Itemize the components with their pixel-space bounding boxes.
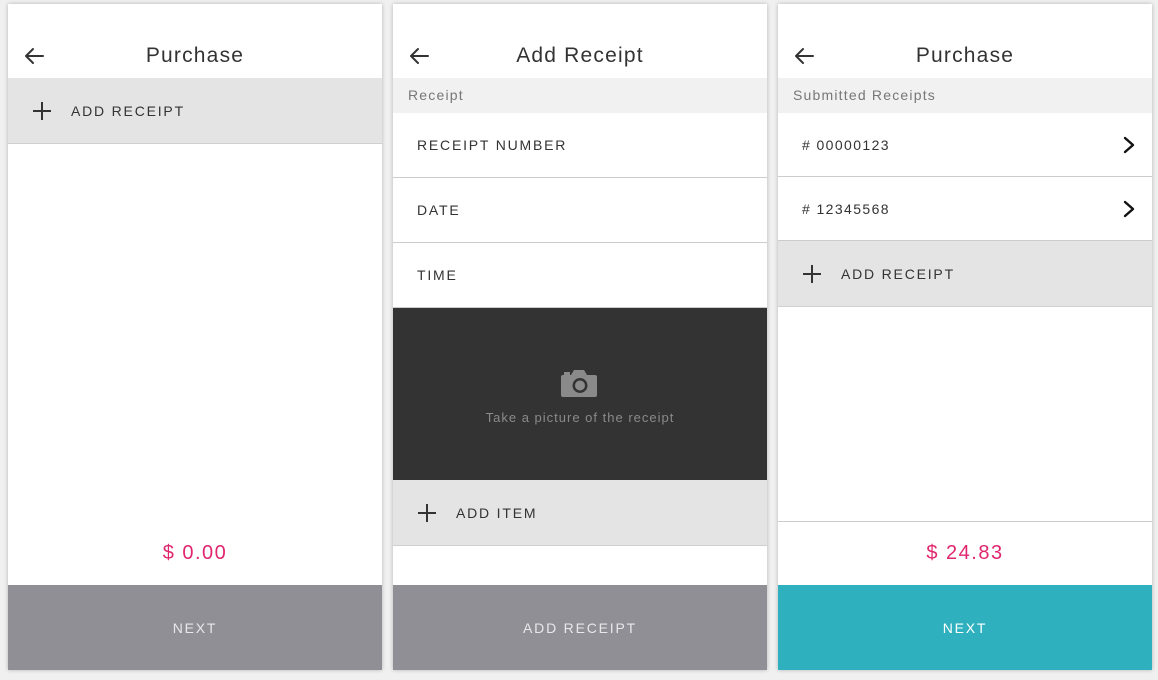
divider bbox=[778, 521, 1152, 522]
total-amount: $ 0.00 bbox=[162, 542, 228, 564]
plus-icon bbox=[418, 503, 436, 522]
receipt-number: # 12345568 bbox=[802, 200, 890, 217]
section-label: Receipt bbox=[393, 78, 767, 113]
submit-receipt-button[interactable]: ADD RECEIPT bbox=[393, 585, 767, 670]
next-button[interactable]: NEXT bbox=[778, 585, 1152, 670]
add-receipt-label: ADD RECEIPT bbox=[841, 265, 955, 282]
receipt-number-field[interactable]: RECEIPT NUMBER bbox=[393, 113, 767, 178]
add-item-label: ADD ITEM bbox=[456, 504, 538, 521]
add-receipt-button[interactable]: ADD RECEIPT bbox=[8, 78, 382, 144]
receipt-list-item[interactable]: # 00000123 bbox=[778, 113, 1152, 177]
date-field[interactable]: DATE bbox=[393, 178, 767, 243]
camera-hint: Take a picture of the receipt bbox=[485, 410, 675, 425]
next-button[interactable]: NEXT bbox=[8, 585, 382, 670]
chevron-right-icon bbox=[1123, 136, 1135, 154]
header: Add Receipt bbox=[393, 4, 767, 78]
chevron-right-icon bbox=[1123, 200, 1135, 218]
plus-icon bbox=[803, 264, 821, 283]
header: Purchase bbox=[778, 4, 1152, 78]
purchase-screen-empty: Purchase ADD RECEIPT $ 0.00 NEXT bbox=[8, 4, 382, 670]
add-item-button[interactable]: ADD ITEM bbox=[393, 480, 767, 546]
add-receipt-label: ADD RECEIPT bbox=[71, 102, 185, 119]
add-receipt-button[interactable]: ADD RECEIPT bbox=[778, 241, 1152, 307]
time-field[interactable]: TIME bbox=[393, 243, 767, 308]
take-picture-area[interactable]: Take a picture of the receipt bbox=[393, 308, 767, 480]
purchase-screen-filled: Purchase Submitted Receipts # 00000123 #… bbox=[778, 4, 1152, 670]
page-title: Add Receipt bbox=[516, 44, 644, 67]
header: Purchase bbox=[8, 4, 382, 78]
section-label: Submitted Receipts bbox=[778, 78, 1152, 113]
page-title: Purchase bbox=[145, 44, 245, 67]
page-title: Purchase bbox=[915, 44, 1015, 67]
plus-icon bbox=[33, 101, 51, 120]
receipt-list-item[interactable]: # 12345568 bbox=[778, 177, 1152, 241]
add-receipt-screen: Add Receipt Receipt RECEIPT NUMBER DATE … bbox=[393, 4, 767, 670]
camera-icon bbox=[561, 370, 597, 397]
receipt-number: # 00000123 bbox=[802, 136, 890, 153]
total-amount: $ 24.83 bbox=[926, 542, 1004, 564]
